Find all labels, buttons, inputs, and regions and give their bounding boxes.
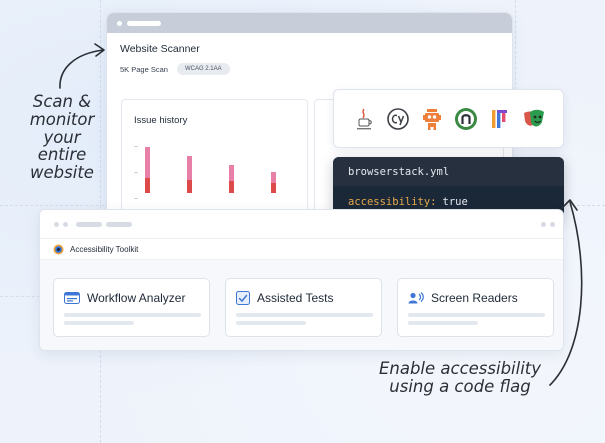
issue-bar-top [271,172,276,183]
annotation-line: website [30,163,94,183]
annotation-line: Scan & [32,92,92,111]
window-dot [117,20,122,26]
annotation-line: entire [37,145,87,165]
toolkit-title: Accessibility Toolkit [70,244,139,254]
integrations-card [333,89,564,148]
placeholder-line [64,313,201,317]
window-title-placeholder [127,20,161,26]
feature-screen-readers[interactable]: Screen Readers [397,278,554,337]
placeholder-line [236,313,373,317]
toolkit-header: Accessibility Toolkit [40,238,563,260]
curved-arrow-icon [549,199,583,386]
axis-tick [134,146,138,147]
window-dot [63,221,68,227]
issue-bar-bottom [187,180,192,193]
axis-tick [134,198,138,199]
config-value: true [442,196,468,208]
placeholder-line [64,321,134,325]
window-title-placeholder [106,221,132,227]
config-key: accessibility: [348,196,437,208]
feature-assisted-tests[interactable]: Assisted Tests [225,278,382,337]
scan-annotation: Scan & monitor your entire website [20,93,104,182]
scan-info: 5K Page Scan WCAG 2.1AA [120,63,230,75]
feature-label: Workflow Analyzer [87,291,186,305]
config-filename: browserstack.yml [333,157,564,186]
feature-workflow-analyzer[interactable]: Workflow Analyzer [53,278,210,337]
selenium-icon [352,107,376,131]
feature-label: Assisted Tests [257,291,334,305]
issue-bar-top [187,156,192,180]
window-titlebar [40,210,563,238]
workflow-icon [64,292,80,304]
scan-label: 5K Page Scan [120,64,168,74]
window-dot [54,221,59,227]
issue-history-card: Issue history [121,99,308,216]
checklist-icon [236,291,250,305]
window-titlebar [107,13,512,33]
toolkit-logo-icon [53,244,64,254]
annotation-line: Enable accessibility [378,359,542,378]
issue-bar-bottom [271,183,276,193]
scanner-title: Website Scanner [120,43,200,55]
webdriverio-icon [488,107,512,131]
accessibility-toolkit-window: Accessibility Toolkit Workflow Analyzer … [39,209,564,351]
issue-bar-bottom [229,181,234,193]
issue-history-title: Issue history [134,115,188,126]
issue-bar-top [229,165,234,181]
robot-framework-icon [420,107,444,131]
code-flag-annotation: Enable accessibility using a code flag [370,360,550,396]
annotation-line: using a code flag [389,376,531,396]
window-title-placeholder [76,221,102,227]
issue-bar-bottom [145,178,150,193]
screen-reader-icon [408,292,424,304]
grid-line [515,0,516,90]
axis-tick [134,172,138,173]
grid-line [0,296,40,297]
wcag-badge: WCAG 2.1AA [176,63,230,75]
placeholder-line [408,321,478,325]
issue-bar-top [145,147,150,178]
playwright-icon [522,107,546,131]
placeholder-line [408,313,545,317]
annotation-line: monitor [29,109,95,129]
cypress-icon [386,107,410,131]
feature-label: Screen Readers [431,291,518,305]
placeholder-line [236,321,306,325]
nightwatch-icon [454,107,478,131]
annotation-line: your [43,127,81,147]
